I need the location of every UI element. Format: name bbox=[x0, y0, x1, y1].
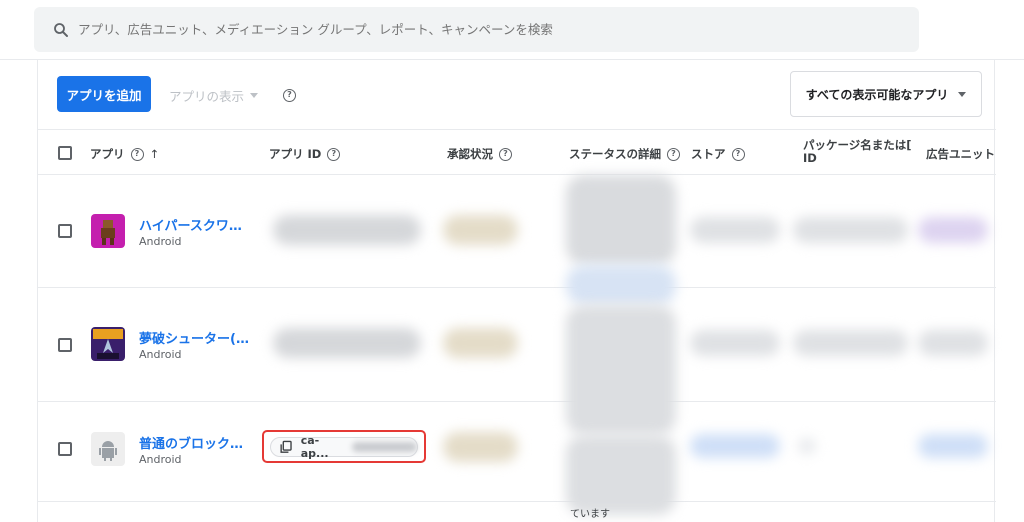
top-bar bbox=[0, 0, 1024, 60]
app-id-chip[interactable]: ca-ap... bbox=[270, 434, 418, 460]
col-status-detail: ステータスの詳細 ? bbox=[569, 146, 680, 162]
search-icon bbox=[54, 22, 68, 37]
blurred-approval bbox=[443, 215, 518, 245]
col-app-id: アプリ ID ? bbox=[269, 146, 341, 162]
blurred-store bbox=[690, 217, 780, 243]
app-id-text: ca-ap... bbox=[300, 434, 329, 460]
filter-label: すべての表示可能なアプリ bbox=[805, 87, 949, 102]
row-checkbox[interactable] bbox=[58, 224, 72, 238]
help-icon[interactable]: ? bbox=[667, 147, 680, 161]
help-icon[interactable]: ? bbox=[130, 147, 144, 161]
app-name-link[interactable]: 夢破シューター(… bbox=[139, 328, 249, 347]
blurred-ad-units bbox=[918, 434, 988, 458]
table-header: アプリ ? ↑ アプリ ID ? 承認状況 ? ステータスの詳細 ? ストア ?… bbox=[38, 129, 996, 175]
add-app-button[interactable]: アプリを追加 bbox=[57, 76, 151, 112]
view-app-label: アプリの表示 bbox=[169, 89, 245, 104]
view-app-dropdown[interactable]: アプリの表示 bbox=[169, 86, 259, 105]
app-platform: Android bbox=[139, 453, 182, 466]
blurred-app-id bbox=[273, 215, 421, 245]
chevron-down-icon bbox=[250, 93, 259, 98]
app-platform: Android bbox=[139, 348, 182, 361]
blurred-store bbox=[690, 330, 780, 356]
blurred-package bbox=[798, 438, 816, 454]
help-icon[interactable]: ? bbox=[327, 147, 341, 161]
blurred-package bbox=[793, 330, 908, 356]
blurred-store bbox=[690, 434, 780, 458]
status-detail-column: ています bbox=[566, 175, 680, 522]
help-icon[interactable]: ? bbox=[499, 147, 512, 161]
table-row[interactable]: 夢破シューター(… Android bbox=[38, 288, 996, 402]
search-bar[interactable] bbox=[34, 7, 919, 52]
app-filter-dropdown[interactable]: すべての表示可能なアプリ bbox=[790, 71, 982, 117]
blurred-ad-units bbox=[918, 217, 988, 243]
blurred-ad-units bbox=[918, 330, 988, 356]
apps-panel: アプリを追加 アプリの表示 ? すべての表示可能なアプリ アプリ ? ↑ アプリ… bbox=[37, 60, 996, 522]
col-ad-units: 広告ユニット bbox=[926, 147, 995, 161]
row-checkbox[interactable] bbox=[58, 338, 72, 352]
blurred-app-id-suffix bbox=[352, 442, 417, 452]
table-row[interactable]: ハイパースクワ… Android bbox=[38, 175, 996, 288]
dream-shooter-app-icon bbox=[91, 327, 125, 361]
app-name-link[interactable]: 普通のブロック… bbox=[139, 433, 243, 452]
help-icon[interactable]: ? bbox=[283, 89, 296, 102]
android-icon bbox=[91, 432, 125, 466]
app-platform: Android bbox=[139, 235, 182, 248]
col-package: パッケージ名または[ ID bbox=[803, 138, 912, 165]
app-name-link[interactable]: ハイパースクワ… bbox=[139, 215, 242, 234]
blurred-approval bbox=[443, 328, 518, 358]
chevron-down-icon bbox=[958, 91, 967, 97]
copy-icon[interactable] bbox=[279, 440, 293, 454]
row-checkbox[interactable] bbox=[58, 442, 72, 456]
blurred-app-id bbox=[273, 328, 421, 358]
col-store: ストア ? bbox=[691, 146, 745, 162]
search-input[interactable] bbox=[78, 22, 878, 37]
col-approval: 承認状況 ? bbox=[447, 146, 512, 162]
help-icon[interactable]: ? bbox=[731, 147, 745, 161]
app-id-highlight: ca-ap... bbox=[262, 430, 426, 463]
status-text-fragment: ています bbox=[570, 509, 610, 520]
select-all-checkbox[interactable] bbox=[58, 146, 72, 160]
table-row[interactable]: 普通のブロック… Android bbox=[38, 402, 996, 502]
blurred-approval bbox=[443, 432, 518, 462]
hyper-squad-app-icon bbox=[91, 214, 125, 248]
col-app[interactable]: アプリ ? ↑ bbox=[90, 146, 159, 162]
sort-arrow-up-icon[interactable]: ↑ bbox=[150, 147, 160, 161]
blurred-package bbox=[793, 217, 908, 243]
